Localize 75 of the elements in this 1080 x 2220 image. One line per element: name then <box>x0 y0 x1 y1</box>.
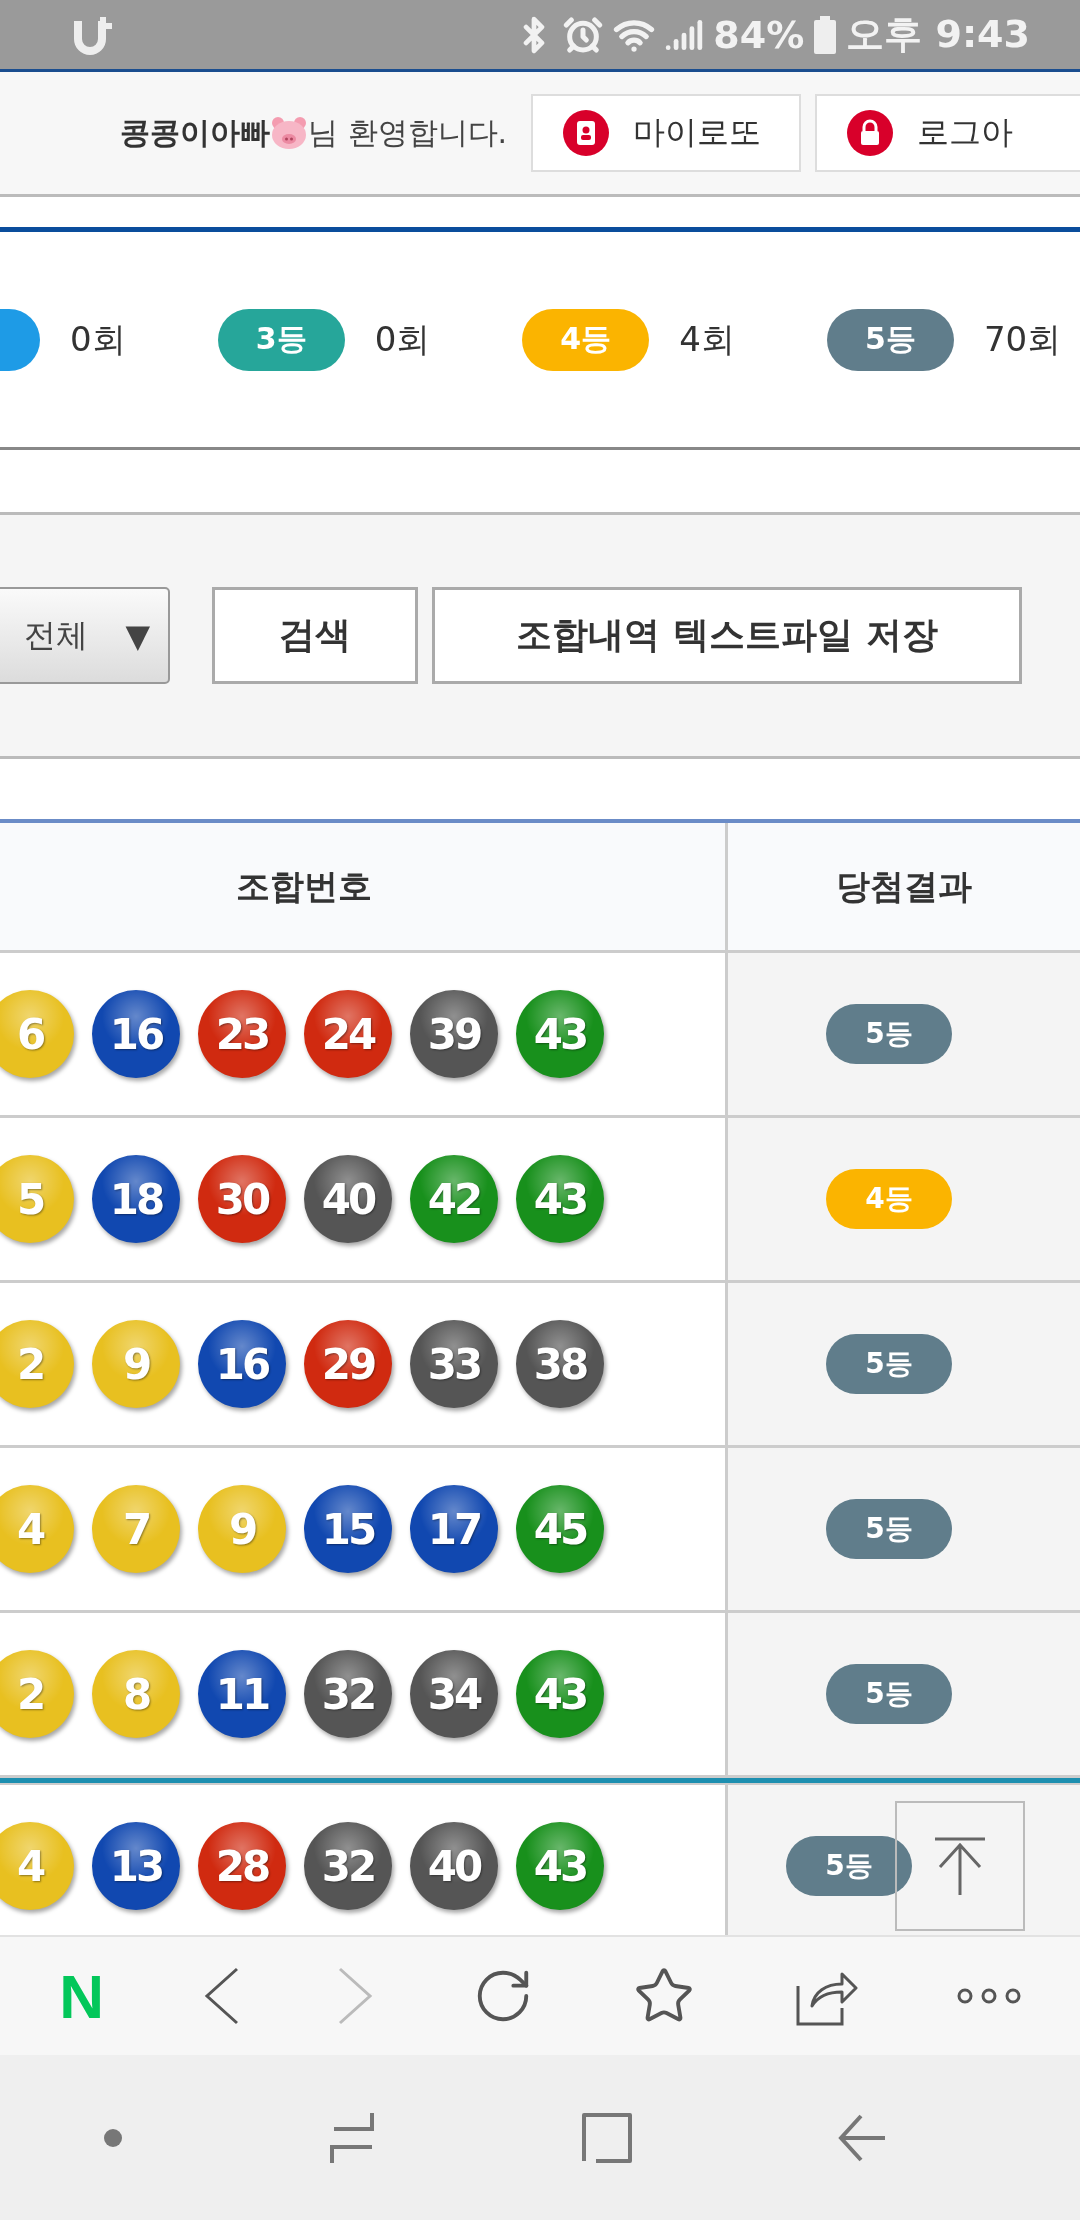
user-name: 콩콩이아빠 <box>120 113 270 152</box>
battery-icon <box>814 15 837 54</box>
lotto-ball: 30 <box>198 1155 286 1243</box>
home-icon[interactable] <box>581 2112 632 2163</box>
lotto-ball: 29 <box>304 1320 392 1408</box>
lotto-ball: 34 <box>410 1650 498 1738</box>
lotto-ball: 13 <box>92 1822 180 1910</box>
id-card-icon <box>563 110 610 156</box>
lotto-ball: 45 <box>516 1485 604 1573</box>
rank-badge: 4등 <box>522 308 650 371</box>
lotto-ball: 33 <box>410 1320 498 1408</box>
lotto-ball: 32 <box>304 1822 392 1910</box>
lotto-ball: 23 <box>198 990 286 1078</box>
lotto-ball: 8 <box>92 1650 180 1738</box>
win-count: 4회 <box>679 317 735 361</box>
rank-badge: 3등 <box>217 308 345 371</box>
pig-icon <box>270 116 308 150</box>
result-badge: 5등 <box>826 1334 952 1394</box>
back-button[interactable] <box>202 1967 239 2025</box>
lotto-ball: 16 <box>92 990 180 1078</box>
lotto-ball: 42 <box>410 1155 498 1243</box>
column-header: 당첨결과 <box>836 864 972 908</box>
lotto-ball: 43 <box>516 1822 604 1910</box>
more-button[interactable] <box>956 1986 1021 2006</box>
lotto-ball: 18 <box>92 1155 180 1243</box>
column-header: 조합번호 <box>235 864 372 908</box>
lotto-ball: 16 <box>198 1320 286 1408</box>
result-badge: 4등 <box>826 1169 952 1229</box>
lotto-ball: 40 <box>304 1155 392 1243</box>
lotto-ball: 43 <box>516 1155 604 1243</box>
lotto-ball: 4 <box>0 1485 74 1573</box>
back-arrow-icon[interactable] <box>837 2112 888 2163</box>
lotto-ball: 39 <box>410 990 498 1078</box>
header-button[interactable]: 마이로또 <box>531 94 802 172</box>
lotto-ball: 15 <box>304 1485 392 1573</box>
chevron-left-icon <box>202 1967 239 2025</box>
lotto-ball: 43 <box>516 1650 604 1738</box>
lotto-ball: 40 <box>410 1822 498 1910</box>
header-button[interactable]: 로그아 <box>815 94 1080 172</box>
lotto-ball: 2 <box>0 1320 74 1408</box>
alarm-icon <box>563 14 604 55</box>
win-count: 0회 <box>70 317 126 361</box>
win-count: 70회 <box>983 317 1062 361</box>
search-button[interactable]: 검색 <box>212 587 418 684</box>
clock-time: 오후 9:43 <box>846 11 1030 58</box>
win-count: 0회 <box>374 317 431 361</box>
welcome-text: 님 환영합니다. <box>308 113 508 152</box>
result-badge: 5등 <box>826 1004 952 1064</box>
dot-icon[interactable] <box>102 2127 123 2148</box>
rank-select[interactable]: 전체 ▼ <box>0 587 170 684</box>
lotto-ball: 2 <box>0 1650 74 1738</box>
scroll-top-button[interactable] <box>895 1801 1025 1931</box>
lotto-ball: 24 <box>304 990 392 1078</box>
lotto-ball: 11 <box>198 1650 286 1738</box>
rank-badge: 5등 <box>826 308 954 371</box>
lock-icon <box>847 110 894 156</box>
more-icon <box>956 1986 1021 2006</box>
battery-percent: 84% <box>713 12 805 57</box>
lotto-ball: 5 <box>0 1155 74 1243</box>
result-badge: 5등 <box>786 1836 912 1896</box>
lotto-ball: 9 <box>92 1320 180 1408</box>
chevron-right-icon <box>337 1967 374 2025</box>
lotto-ball: 7 <box>92 1485 180 1573</box>
lotto-ball: 43 <box>516 990 604 1078</box>
lotto-ball: 28 <box>198 1822 286 1910</box>
save-button[interactable]: 조합내역 텍스트파일 저장 <box>432 587 1022 684</box>
lotto-ball: 4 <box>0 1822 74 1910</box>
lotto-ball: 32 <box>304 1650 392 1738</box>
lotto-ball: 38 <box>516 1320 604 1408</box>
result-badge: 5등 <box>826 1664 952 1724</box>
lotto-ball: 9 <box>198 1485 286 1573</box>
lotto-ball: 17 <box>410 1485 498 1573</box>
recent-apps-icon[interactable] <box>328 2110 377 2165</box>
result-badge: 5등 <box>826 1499 952 1559</box>
lotto-ball: 6 <box>0 990 74 1078</box>
